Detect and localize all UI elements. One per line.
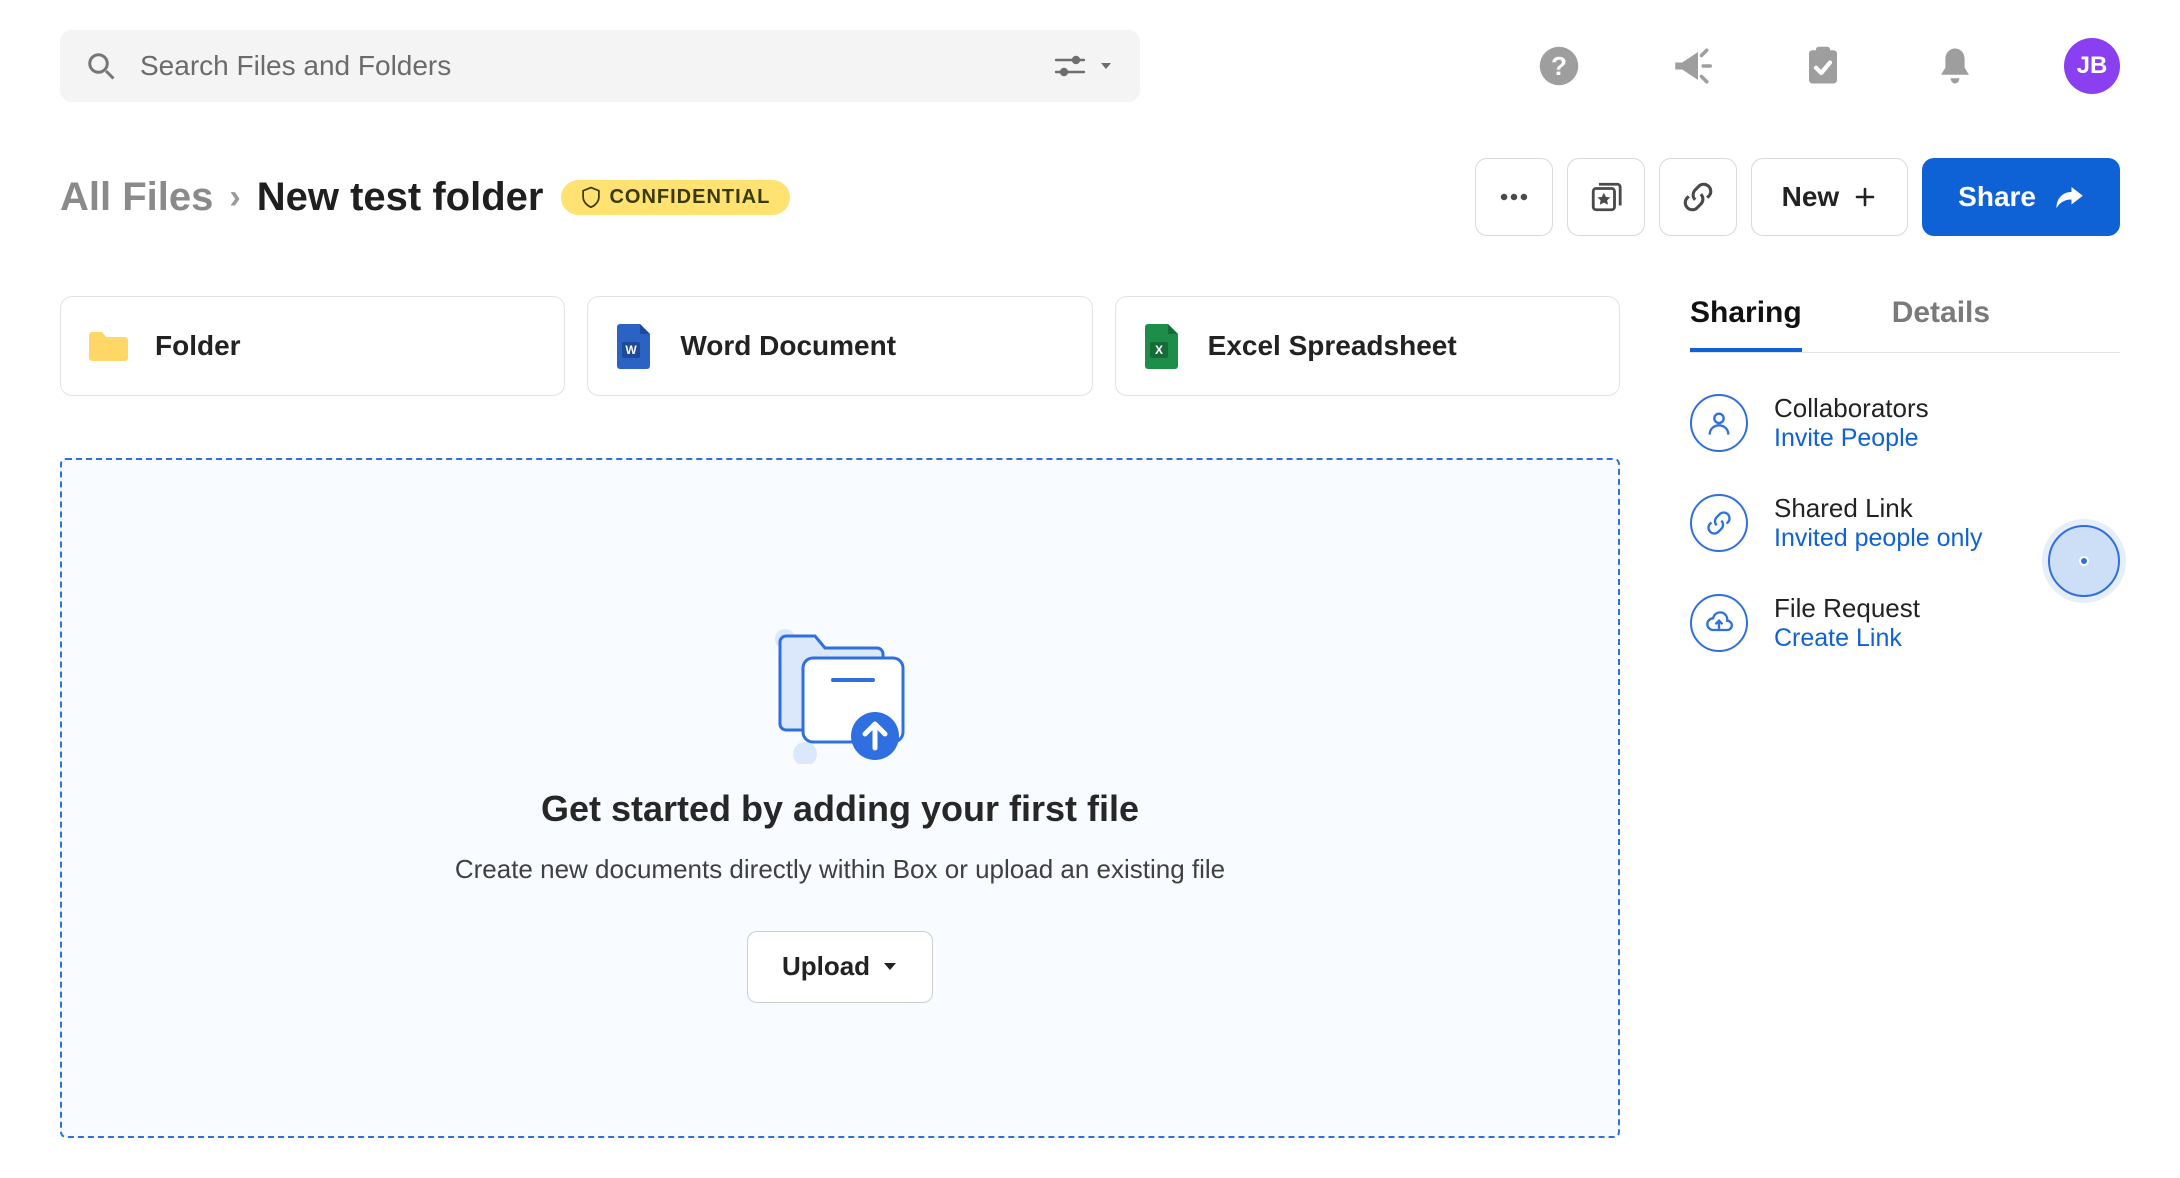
template-excel-label: Excel Spreadsheet <box>1208 330 1457 362</box>
shield-icon <box>581 186 601 208</box>
svg-text:?: ? <box>1551 51 1567 81</box>
search-input[interactable] <box>140 50 1054 82</box>
link-button[interactable] <box>1659 158 1737 236</box>
cloud-upload-icon <box>1690 594 1748 652</box>
share-button[interactable]: Share <box>1922 158 2120 236</box>
dropzone-title: Get started by adding your first file <box>541 788 1139 830</box>
template-folder[interactable]: Folder <box>60 296 565 396</box>
star-collection-icon <box>1589 180 1623 214</box>
new-button[interactable]: New <box>1751 158 1909 236</box>
upload-button[interactable]: Upload <box>747 931 933 1003</box>
avatar[interactable]: JB <box>2064 38 2120 94</box>
bell-icon[interactable] <box>1932 43 1978 89</box>
share-arrow-icon <box>2054 182 2084 212</box>
invite-people-link[interactable]: Invite People <box>1774 424 1929 453</box>
link-circle-icon <box>1690 494 1748 552</box>
create-link-action[interactable]: Create Link <box>1774 624 1920 653</box>
dropzone[interactable]: Get started by adding your first file Cr… <box>60 458 1620 1138</box>
more-button[interactable] <box>1475 158 1553 236</box>
tab-sharing[interactable]: Sharing <box>1690 296 1802 352</box>
breadcrumb-current: New test folder <box>257 175 544 220</box>
search-filter-icon[interactable] <box>1054 53 1114 79</box>
excel-icon: X <box>1142 322 1182 370</box>
dots-icon <box>1497 180 1531 214</box>
help-icon[interactable]: ? <box>1536 43 1582 89</box>
breadcrumb: All Files › New test folder <box>60 175 543 220</box>
breadcrumb-root[interactable]: All Files <box>60 175 213 220</box>
search-icon <box>86 51 116 81</box>
person-icon <box>1690 394 1748 452</box>
chevron-down-icon <box>882 961 898 973</box>
link-icon <box>1681 180 1715 214</box>
share-label: Share <box>1958 181 2036 213</box>
word-icon: W <box>614 322 654 370</box>
file-request-row: File Request Create Link <box>1690 593 2120 653</box>
template-folder-label: Folder <box>155 330 241 362</box>
svg-text:W: W <box>626 343 638 357</box>
search-bar[interactable] <box>60 30 1140 102</box>
shared-link-setting[interactable]: Invited people only <box>1774 524 1982 553</box>
folder-icon <box>87 329 129 363</box>
svg-text:X: X <box>1155 343 1163 357</box>
collaborators-title: Collaborators <box>1774 393 1929 424</box>
badge-label: CONFIDENTIAL <box>609 186 770 209</box>
upload-folder-illustration <box>755 594 925 764</box>
tasks-icon[interactable] <box>1800 43 1846 89</box>
shared-link-title: Shared Link <box>1774 493 1982 524</box>
collections-button[interactable] <box>1567 158 1645 236</box>
new-label: New <box>1782 181 1840 213</box>
template-excel[interactable]: X Excel Spreadsheet <box>1115 296 1620 396</box>
dropzone-subtitle: Create new documents directly within Box… <box>455 854 1225 885</box>
upload-label: Upload <box>782 951 870 982</box>
file-request-title: File Request <box>1774 593 1920 624</box>
chevron-right-icon: › <box>229 178 240 217</box>
confidential-badge: CONFIDENTIAL <box>561 180 790 215</box>
template-word[interactable]: W Word Document <box>587 296 1092 396</box>
plus-icon <box>1853 185 1877 209</box>
megaphone-icon[interactable] <box>1668 43 1714 89</box>
collaborators-row: Collaborators Invite People <box>1690 393 2120 453</box>
tab-details[interactable]: Details <box>1892 296 1990 348</box>
tour-highlight-dot[interactable] <box>2048 525 2120 597</box>
template-word-label: Word Document <box>680 330 896 362</box>
